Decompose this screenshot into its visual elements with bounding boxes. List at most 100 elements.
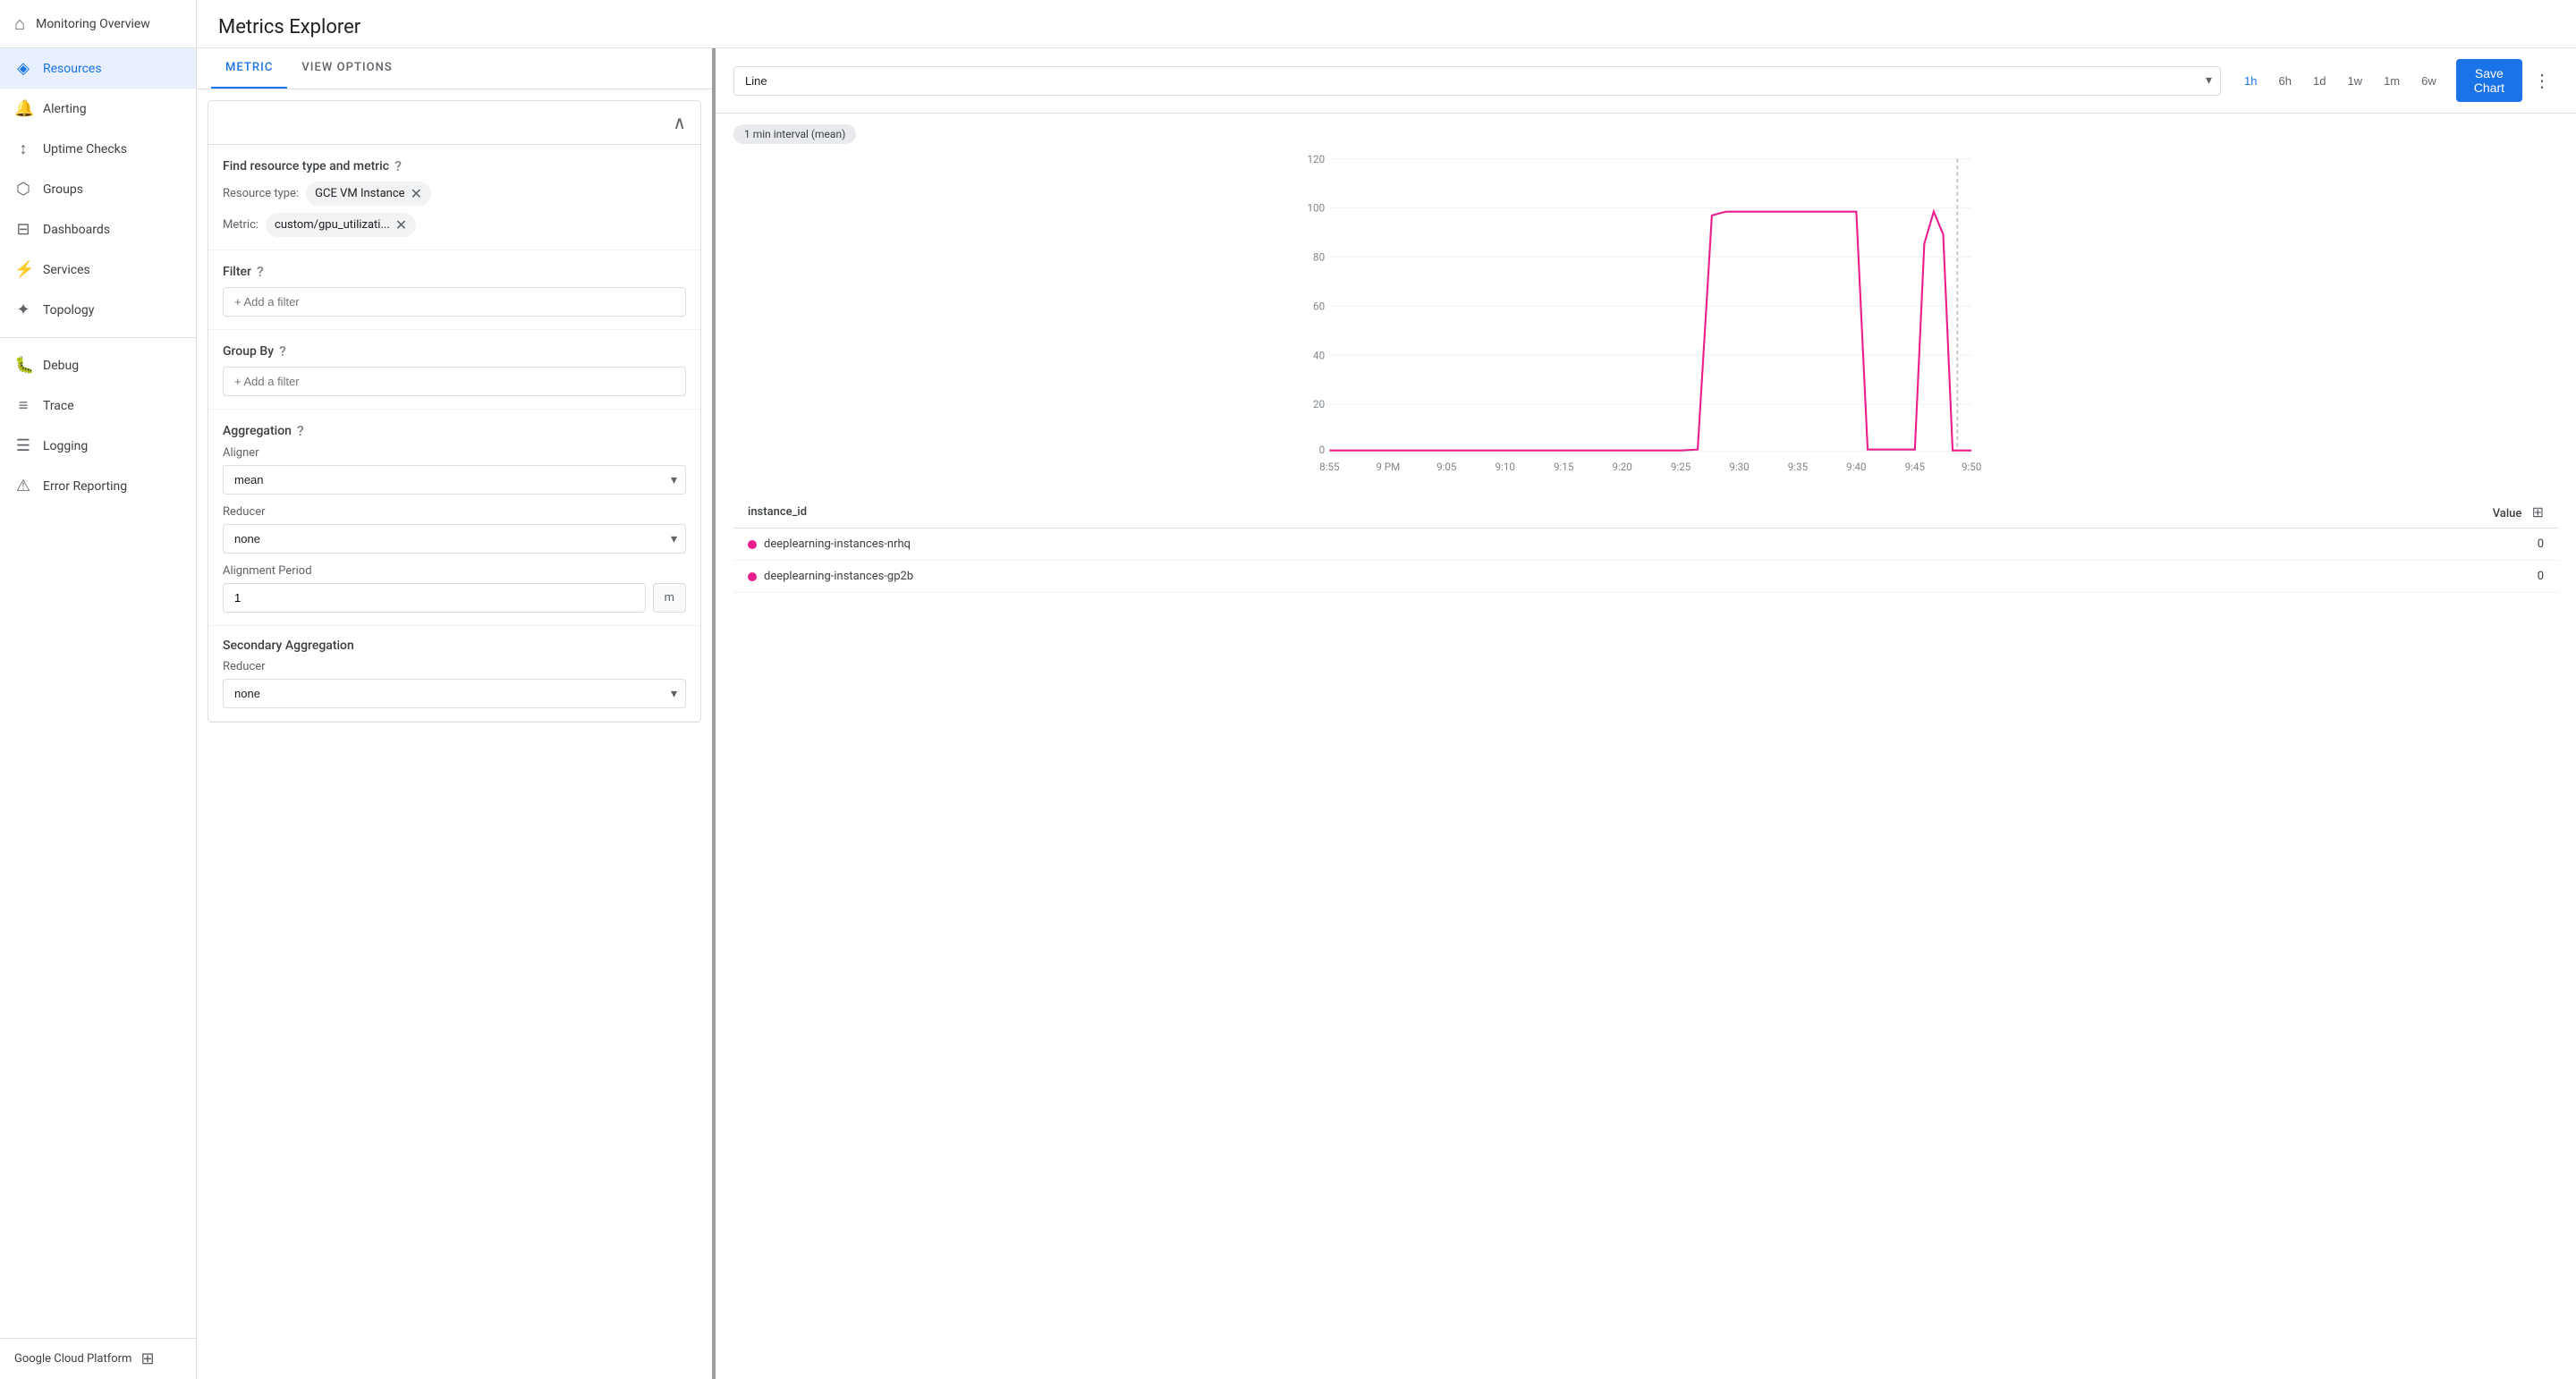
sidebar-item-alerting-label: Alerting bbox=[43, 102, 87, 116]
find-resource-help-icon[interactable]: ? bbox=[394, 157, 402, 174]
gcp-logo: Google Cloud Platform bbox=[14, 1352, 131, 1366]
sidebar-item-debug[interactable]: 🐛 Debug bbox=[0, 345, 196, 385]
legend-value-1: 0 bbox=[2027, 529, 2558, 561]
tab-view-options[interactable]: VIEW OPTIONS bbox=[287, 48, 406, 89]
reducer-select[interactable]: none sum min max mean count bbox=[223, 524, 686, 554]
collapse-icon[interactable]: ∧ bbox=[673, 112, 686, 133]
x-label-920: 9:20 bbox=[1612, 461, 1631, 473]
legend-instance-col-header: instance_id bbox=[733, 496, 2027, 529]
aligner-sublabel: Aligner bbox=[223, 446, 686, 460]
time-btn-1w[interactable]: 1w bbox=[2338, 69, 2371, 93]
groups-icon: ⬡ bbox=[14, 180, 32, 199]
secondary-reducer-select[interactable]: none sum min max mean count bbox=[223, 679, 686, 708]
tab-metric[interactable]: METRIC bbox=[211, 48, 287, 89]
y-label-20: 20 bbox=[1313, 398, 1325, 410]
time-btn-1m[interactable]: 1m bbox=[2375, 69, 2409, 93]
find-resource-group: Find resource type and metric ? Resource… bbox=[208, 145, 700, 250]
sidebar-item-trace[interactable]: ≡ Trace bbox=[0, 385, 196, 426]
page-header: Metrics Explorer bbox=[197, 0, 2576, 48]
chart-type-select-wrapper: Line Bar Stacked bar Heatmap ▾ bbox=[733, 66, 2221, 96]
sidebar-item-logging[interactable]: ☰ Logging bbox=[0, 426, 196, 466]
save-chart-button[interactable]: Save Chart bbox=[2456, 59, 2522, 102]
aligner-select[interactable]: mean sum min max count bbox=[223, 465, 686, 495]
time-btn-1d[interactable]: 1d bbox=[2304, 69, 2334, 93]
secondary-reducer-sublabel: Reducer bbox=[223, 660, 686, 673]
error-reporting-icon: ⚠ bbox=[14, 477, 32, 495]
alignment-period-input[interactable] bbox=[223, 583, 646, 613]
sidebar-item-topology[interactable]: ✦ Topology bbox=[0, 290, 196, 330]
legend-row-2: deeplearning-instances-gp2b 0 bbox=[733, 561, 2558, 593]
filter-input[interactable] bbox=[223, 287, 686, 317]
find-resource-label: Find resource type and metric ? bbox=[223, 157, 686, 174]
time-btn-1h[interactable]: 1h bbox=[2235, 69, 2266, 93]
alignment-period-sublabel: Alignment Period bbox=[223, 564, 686, 578]
sidebar-item-topology-label: Topology bbox=[43, 303, 94, 317]
legend-dot-2 bbox=[748, 572, 757, 581]
sidebar-item-resources[interactable]: ◈ Resources bbox=[0, 48, 196, 89]
legend-instance-2: deeplearning-instances-gp2b bbox=[733, 561, 2027, 593]
logging-icon: ☰ bbox=[14, 436, 32, 455]
x-label-930: 9:30 bbox=[1729, 461, 1749, 473]
chart-type-select[interactable]: Line Bar Stacked bar Heatmap bbox=[733, 66, 2221, 96]
time-range-buttons: 1h 6h 1d 1w 1m 6w Save Chart ⋮ bbox=[2235, 59, 2558, 102]
metric-chip-close[interactable]: ✕ bbox=[395, 216, 407, 233]
filter-group: Filter ? bbox=[208, 250, 700, 330]
reducer-sublabel: Reducer bbox=[223, 505, 686, 519]
group-by-input[interactable] bbox=[223, 367, 686, 396]
grid-icon[interactable]: ⊞ bbox=[140, 1349, 154, 1368]
chart-svg: 120 100 80 60 40 20 0 8:55 9 PM 9:05 9:1… bbox=[733, 149, 2558, 489]
topology-icon: ✦ bbox=[14, 300, 32, 319]
reducer-select-wrapper: none sum min max mean count ▾ bbox=[223, 524, 686, 554]
reducer-section: Reducer none sum min max mean count ▾ bbox=[223, 505, 686, 554]
aligner-section: Aligner mean sum min max count ▾ bbox=[223, 446, 686, 495]
sidebar-bottom: Google Cloud Platform ⊞ bbox=[0, 1338, 196, 1379]
secondary-aggregation-group: Secondary Aggregation Reducer none sum m… bbox=[208, 626, 700, 722]
sidebar-item-error-reporting[interactable]: ⚠ Error Reporting bbox=[0, 466, 196, 506]
period-input-row: m bbox=[223, 583, 686, 613]
sidebar-item-groups[interactable]: ⬡ Groups bbox=[0, 169, 196, 209]
chart-svg-container: 120 100 80 60 40 20 0 8:55 9 PM 9:05 9:1… bbox=[733, 149, 2558, 489]
resource-type-chip[interactable]: GCE VM Instance ✕ bbox=[306, 182, 431, 206]
y-label-100: 100 bbox=[1308, 202, 1326, 215]
x-label-910: 9:10 bbox=[1496, 461, 1515, 473]
sidebar-item-uptime-checks[interactable]: ↕ Uptime Checks bbox=[0, 129, 196, 169]
metric-chip[interactable]: custom/gpu_utilizati... ✕ bbox=[266, 213, 416, 237]
alerting-icon: 🔔 bbox=[14, 99, 32, 118]
sidebar-item-debug-label: Debug bbox=[43, 359, 79, 373]
more-options-button[interactable]: ⋮ bbox=[2526, 66, 2558, 96]
legend-value-col-header: Value ⊞ bbox=[2027, 496, 2558, 529]
alignment-period-section: Alignment Period m bbox=[223, 564, 686, 613]
x-label-9pm: 9 PM bbox=[1376, 461, 1400, 473]
x-label-935: 9:35 bbox=[1788, 461, 1809, 473]
monitoring-overview-link[interactable]: Monitoring Overview bbox=[36, 17, 150, 31]
main-content: Metrics Explorer METRIC VIEW OPTIONS ∧ F… bbox=[197, 0, 2576, 1379]
group-by-help-icon[interactable]: ? bbox=[279, 343, 286, 360]
left-panel: METRIC VIEW OPTIONS ∧ Find resource type… bbox=[197, 48, 716, 1379]
aggregation-help-icon[interactable]: ? bbox=[297, 422, 304, 439]
time-btn-6w[interactable]: 6w bbox=[2412, 69, 2445, 93]
sidebar-item-alerting[interactable]: 🔔 Alerting bbox=[0, 89, 196, 129]
x-label-905: 9:05 bbox=[1436, 461, 1457, 473]
sidebar-divider bbox=[0, 337, 196, 338]
y-label-120: 120 bbox=[1308, 153, 1326, 165]
right-panel: Line Bar Stacked bar Heatmap ▾ 1h 6h 1d … bbox=[716, 48, 2576, 1379]
sidebar-item-services[interactable]: ⚡ Services bbox=[0, 250, 196, 290]
x-label-940: 9:40 bbox=[1846, 461, 1866, 473]
metric-section-header: ∧ bbox=[208, 101, 700, 145]
legend-dot-1 bbox=[748, 540, 757, 549]
sidebar-item-dashboards[interactable]: ⊟ Dashboards bbox=[0, 209, 196, 250]
filter-label: Filter ? bbox=[223, 263, 686, 280]
resource-type-chip-close[interactable]: ✕ bbox=[411, 185, 422, 202]
tabs-row: METRIC VIEW OPTIONS bbox=[197, 48, 712, 89]
services-icon: ⚡ bbox=[14, 260, 32, 279]
filter-help-icon[interactable]: ? bbox=[257, 263, 264, 280]
home-icon[interactable]: ⌂ bbox=[14, 13, 25, 35]
sidebar-item-groups-label: Groups bbox=[43, 182, 83, 197]
trace-icon: ≡ bbox=[14, 396, 32, 415]
dashboards-icon: ⊟ bbox=[14, 220, 32, 239]
resource-chip-row: Resource type: GCE VM Instance ✕ bbox=[223, 182, 686, 206]
time-btn-6h[interactable]: 6h bbox=[2270, 69, 2301, 93]
page-title: Metrics Explorer bbox=[218, 16, 2555, 38]
columns-icon[interactable]: ⊞ bbox=[2532, 503, 2544, 520]
content-area: METRIC VIEW OPTIONS ∧ Find resource type… bbox=[197, 48, 2576, 1379]
